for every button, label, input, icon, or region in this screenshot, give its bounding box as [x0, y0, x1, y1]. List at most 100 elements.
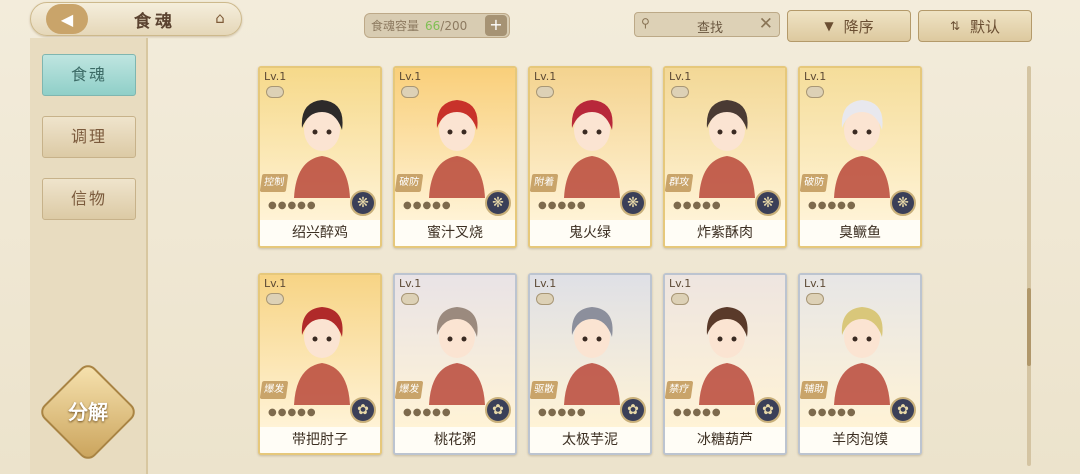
star-rating-icon: ●●●●●: [538, 407, 587, 418]
element-emblem-icon: ❋: [755, 190, 781, 216]
capacity-total: /200: [440, 18, 468, 33]
card-name: 带把肘子: [260, 427, 380, 453]
card-level: Lv.1: [669, 277, 692, 290]
character-portrait: [564, 100, 620, 198]
sort-descending-button[interactable]: ▼ 降序: [787, 10, 911, 42]
food-soul-card[interactable]: Lv.1 控制 ●●●●● ❋ 绍兴醉鸡: [258, 66, 382, 248]
star-toggle-icon[interactable]: [806, 86, 824, 98]
star-toggle-icon[interactable]: [671, 293, 689, 305]
element-emblem-icon: ❋: [485, 190, 511, 216]
food-soul-card[interactable]: Lv.1 禁疗 ●●●●● ✿ 冰糖葫芦: [663, 273, 787, 455]
character-portrait: [699, 100, 755, 198]
food-soul-card[interactable]: Lv.1 辅助 ●●●●● ✿ 羊肉泡馍: [798, 273, 922, 455]
star-rating-icon: ●●●●●: [268, 407, 317, 418]
card-level: Lv.1: [534, 70, 557, 83]
card-name: 冰糖葫芦: [665, 427, 785, 453]
search-label: 查找: [696, 21, 723, 36]
card-role-tag: 辅助: [800, 381, 829, 399]
scrollbar-track[interactable]: [1027, 66, 1031, 466]
food-soul-card[interactable]: Lv.1 群攻 ●●●●● ❋ 炸紫酥肉: [663, 66, 787, 248]
card-name: 绍兴醉鸡: [260, 220, 380, 246]
food-soul-card[interactable]: Lv.1 破防 ●●●●● ❋ 臭鳜鱼: [798, 66, 922, 248]
sort-default-label: 默认: [970, 17, 1001, 36]
food-soul-card[interactable]: Lv.1 附着 ●●●●● ❋ 鬼火绿: [528, 66, 652, 248]
card-name: 太极芋泥: [530, 427, 650, 453]
character-portrait: [429, 100, 485, 198]
top-bar: ◀ 食魂 ⌂ 食魂容量 66 /200 + ⚲ 查找 ✕ ▼ 降序 ⇅ 默认: [0, 0, 1080, 48]
star-toggle-icon[interactable]: [266, 293, 284, 305]
back-arrow-icon: ◀: [60, 9, 74, 29]
card-name: 蜜汁叉烧: [395, 220, 515, 246]
add-capacity-button[interactable]: +: [485, 15, 507, 36]
food-soul-card[interactable]: Lv.1 驱散 ●●●●● ✿ 太极芋泥: [528, 273, 652, 455]
card-role-tag: 爆发: [395, 381, 424, 399]
sidebar-item-tokens[interactable]: 信物: [42, 178, 136, 220]
character-portrait: [834, 100, 890, 198]
element-emblem-icon: ✿: [755, 397, 781, 423]
star-toggle-icon[interactable]: [401, 86, 419, 98]
card-level: Lv.1: [804, 277, 827, 290]
character-portrait: [429, 307, 485, 405]
star-rating-icon: ●●●●●: [403, 200, 452, 211]
food-soul-card[interactable]: Lv.1 破防 ●●●●● ❋ 蜜汁叉烧: [393, 66, 517, 248]
search-icon: ⚲: [641, 16, 650, 30]
card-name: 臭鳜鱼: [800, 220, 920, 246]
star-toggle-icon[interactable]: [401, 293, 419, 305]
star-rating-icon: ●●●●●: [268, 200, 317, 211]
capacity-current: 66: [425, 18, 441, 33]
card-level: Lv.1: [534, 277, 557, 290]
star-rating-icon: ●●●●●: [538, 200, 587, 211]
character-portrait: [699, 307, 755, 405]
card-role-tag: 禁疗: [665, 381, 694, 399]
card-level: Lv.1: [264, 70, 287, 83]
star-toggle-icon[interactable]: [536, 293, 554, 305]
card-role-tag: 驱散: [530, 381, 559, 399]
sidebar-item-food-soul[interactable]: 食魂: [42, 54, 136, 96]
food-soul-card[interactable]: Lv.1 爆发 ●●●●● ✿ 桃花粥: [393, 273, 517, 455]
card-name: 炸紫酥肉: [665, 220, 785, 246]
card-name: 羊肉泡馍: [800, 427, 920, 453]
star-toggle-icon[interactable]: [806, 293, 824, 305]
card-name: 桃花粥: [395, 427, 515, 453]
back-button[interactable]: ◀: [46, 4, 88, 34]
scrollbar-thumb[interactable]: [1027, 288, 1031, 366]
element-emblem-icon: ❋: [620, 190, 646, 216]
pavilion-icon: ⌂: [215, 9, 225, 27]
card-level: Lv.1: [399, 70, 422, 83]
star-rating-icon: ●●●●●: [403, 407, 452, 418]
card-name: 鬼火绿: [530, 220, 650, 246]
star-rating-icon: ●●●●●: [808, 200, 857, 211]
element-emblem-icon: ✿: [620, 397, 646, 423]
star-rating-icon: ●●●●●: [808, 407, 857, 418]
card-role-tag: 破防: [800, 174, 829, 192]
sort-default-button[interactable]: ⇅ 默认: [918, 10, 1032, 42]
card-role-tag: 破防: [395, 174, 424, 192]
star-toggle-icon[interactable]: [671, 86, 689, 98]
star-toggle-icon[interactable]: [536, 86, 554, 98]
character-portrait: [834, 307, 890, 405]
star-rating-icon: ●●●●●: [673, 200, 722, 211]
app-root: ◀ 食魂 ⌂ 食魂容量 66 /200 + ⚲ 查找 ✕ ▼ 降序 ⇅ 默认 食…: [0, 0, 1080, 474]
down-arrow-icon: ▼: [824, 19, 834, 33]
sidebar-item-conditioning[interactable]: 调理: [42, 116, 136, 158]
card-level: Lv.1: [804, 70, 827, 83]
element-emblem-icon: ✿: [350, 397, 376, 423]
card-level: Lv.1: [669, 70, 692, 83]
card-grid: Lv.1 控制 ●●●●● ❋ 绍兴醉鸡 Lv.1 破防 ●●●●● ❋ 蜜汁叉…: [258, 66, 928, 466]
plus-icon: +: [489, 15, 503, 34]
card-role-tag: 群攻: [665, 174, 694, 192]
card-role-tag: 附着: [530, 174, 559, 192]
decompose-label: 分解: [68, 400, 108, 424]
clear-search-button[interactable]: ✕: [759, 14, 773, 34]
search-input[interactable]: ⚲ 查找 ✕: [634, 12, 780, 37]
star-toggle-icon[interactable]: [266, 86, 284, 98]
page-title: 食魂: [134, 12, 176, 32]
element-emblem-icon: ✿: [485, 397, 511, 423]
food-soul-card[interactable]: Lv.1 爆发 ●●●●● ✿ 带把肘子: [258, 273, 382, 455]
sort-descending-label: 降序: [843, 17, 874, 36]
card-role-tag: 控制: [260, 174, 289, 192]
card-level: Lv.1: [399, 277, 422, 290]
sort-icon: ⇅: [949, 19, 961, 33]
star-rating-icon: ●●●●●: [673, 407, 722, 418]
element-emblem-icon: ✿: [890, 397, 916, 423]
